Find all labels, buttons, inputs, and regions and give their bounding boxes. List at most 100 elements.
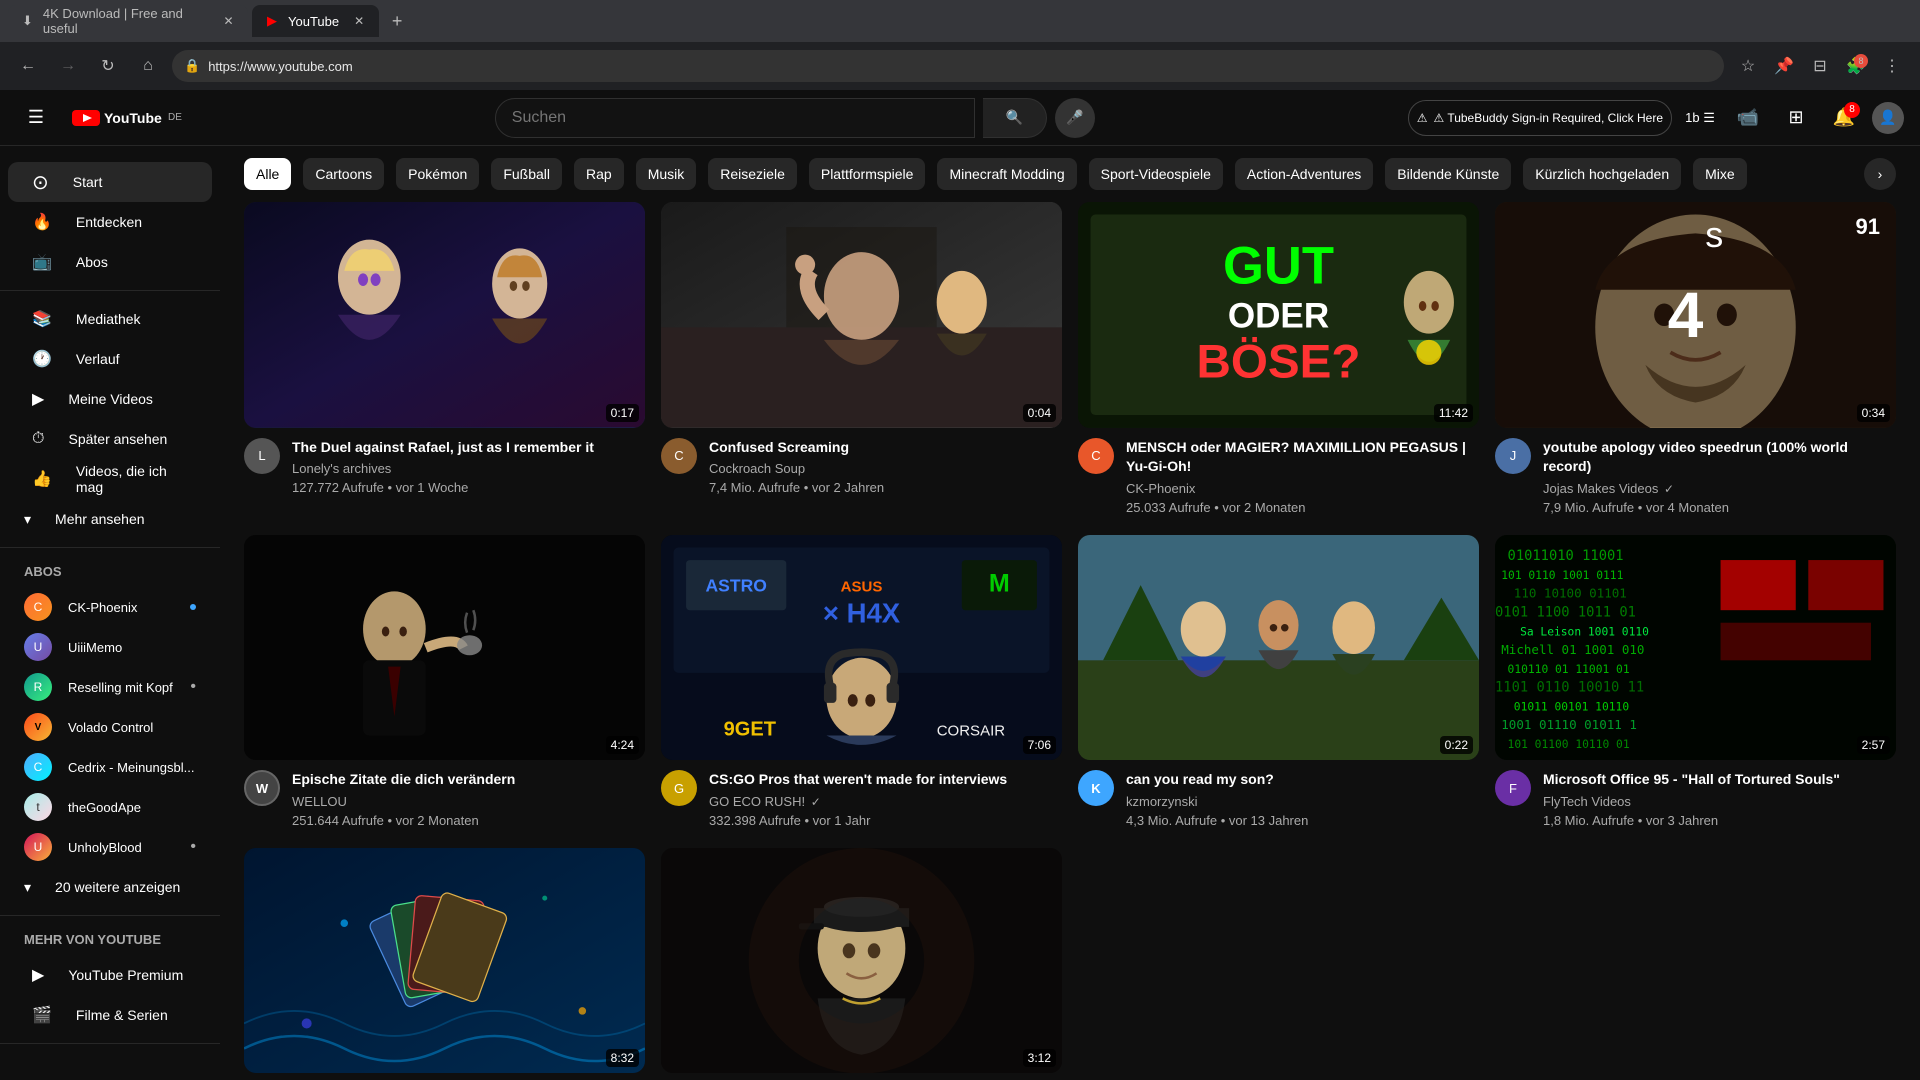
video-details-8: Microsoft Office 95 - "Hall of Tortured … — [1543, 770, 1896, 828]
tab-4k-download[interactable]: ⬇ 4K Download | Free and useful ✕ — [8, 5, 248, 37]
filter-chip-alle[interactable]: Alle — [244, 158, 291, 190]
back-button[interactable]: ← — [12, 50, 44, 82]
filter-chip-mixe[interactable]: Mixe — [1693, 158, 1747, 190]
sidebar-item-verlauf[interactable]: 🕐 Verlauf — [8, 339, 212, 379]
filter-chip-action[interactable]: Action-Adventures — [1235, 158, 1373, 190]
yt-mic-button[interactable]: 🎤 — [1055, 98, 1095, 138]
forward-button[interactable]: → — [52, 50, 84, 82]
sidebar-item-meine-videos[interactable]: ▶ Meine Videos — [8, 379, 212, 419]
tab-title-4k: 4K Download | Free and useful — [43, 6, 209, 36]
sidebar-sub-un[interactable]: U UnholyBlood • — [0, 827, 220, 867]
video-card-7[interactable]: 0:22 K can you read my son? kzmorzynski … — [1078, 535, 1479, 832]
video-card-8[interactable]: 01011010 11001 101 0110 1001 0111 110 10… — [1495, 535, 1896, 832]
sidebar-item-spaeter[interactable]: ⏱ Später ansehen — [8, 419, 212, 459]
filter-chip-kuerzlich[interactable]: Kürzlich hochgeladen — [1523, 158, 1681, 190]
sidebar-sub-re[interactable]: R Reselling mit Kopf • — [0, 667, 220, 707]
video-card-3[interactable]: GUT ODER BÖSE? 11:42 — [1078, 202, 1479, 519]
filter-chip-sport[interactable]: Sport-Videospiele — [1089, 158, 1223, 190]
sidebar-item-filme[interactable]: 🎬 Filme & Serien — [8, 995, 212, 1035]
filter-chip-plattformspiele[interactable]: Plattformspiele — [809, 158, 926, 190]
sidebar-toggle[interactable]: ⊟ — [1804, 50, 1836, 82]
video-channel-8: FlyTech Videos — [1543, 794, 1896, 809]
video-card-9[interactable]: 8:32 C Yu-Gi-Oh! Card Collection CK-Phoe… — [244, 848, 645, 1080]
tab-close-4k[interactable]: ✕ — [221, 13, 236, 29]
video-stats-3: 25.033 Aufrufe • vor 2 Monaten — [1126, 500, 1479, 515]
filter-chip-reiseziele[interactable]: Reiseziele — [708, 158, 797, 190]
yt-notifications-button[interactable]: 🔔 8 — [1824, 98, 1864, 138]
yt-logo[interactable]: YouTube DE — [72, 108, 182, 128]
video-card-10[interactable]: 3:12 U Dark Gameplay Montage UnholyBlood… — [661, 848, 1062, 1080]
svg-text:1101 0110 10010 11: 1101 0110 10010 11 — [1495, 679, 1644, 695]
video-card-4[interactable]: 4 s 91 0:34 J youtube apology video spee… — [1495, 202, 1896, 519]
sidebar-item-entdecken[interactable]: 🔥 Entdecken — [8, 202, 212, 242]
sidebar-show-more-button[interactable]: ▾ Mehr ansehen — [0, 499, 220, 539]
svg-text:ASUS: ASUS — [841, 578, 883, 595]
filter-chip-cartoons[interactable]: Cartoons — [303, 158, 384, 190]
filter-label-sport: Sport-Videospiele — [1101, 166, 1211, 182]
sidebar-label-meine-videos: Meine Videos — [68, 391, 153, 407]
svg-text:× H4X: × H4X — [823, 597, 901, 628]
new-tab-button[interactable]: + — [383, 7, 411, 35]
sidebar-item-abos[interactable]: 📺 Abos — [8, 242, 212, 282]
bookmark-icon[interactable]: ☆ — [1732, 50, 1764, 82]
address-bar[interactable]: 🔒 https://www.youtube.com — [172, 50, 1724, 82]
video-card-1[interactable]: 0:17 L The Duel against Rafael, just as … — [244, 202, 645, 519]
yt-search-button[interactable]: 🔍 — [983, 98, 1047, 138]
yt-upload-button[interactable]: 📹 — [1728, 98, 1768, 138]
sidebar-sub-ce[interactable]: C Cedrix - Meinungsbl... — [0, 747, 220, 787]
tab-close-yt[interactable]: ✕ — [351, 13, 367, 29]
sub-name-re: Reselling mit Kopf — [68, 680, 174, 695]
tubebuddy-button[interactable]: ⚠ ⚠ TubeBuddy Sign-in Required, Click He… — [1408, 100, 1672, 136]
filter-label-cartoons: Cartoons — [315, 166, 372, 182]
tab-favicon-yt: ▶ — [264, 13, 280, 29]
sidebar-sub-ui[interactable]: U UiiiMemo — [0, 627, 220, 667]
video-stats-2: 7,4 Mio. Aufrufe • vor 2 Jahren — [709, 480, 1062, 495]
video-details-5: Epische Zitate die dich verändern WELLOU… — [292, 770, 645, 828]
home-button[interactable]: ⌂ — [132, 50, 164, 82]
filter-chip-pokemon[interactable]: Pokémon — [396, 158, 479, 190]
yt-search-bar[interactable] — [495, 98, 975, 138]
video-channel-6: GO ECO RUSH! ✓ — [709, 794, 1062, 809]
video-duration-9: 8:32 — [606, 1049, 639, 1067]
sidebar-sub-ga[interactable]: t theGoodApe — [0, 787, 220, 827]
filter-scroll-right[interactable]: › — [1864, 158, 1896, 190]
video-title-8: Microsoft Office 95 - "Hall of Tortured … — [1543, 770, 1896, 790]
yt-search-input[interactable] — [512, 109, 958, 127]
sidebar-item-geliked[interactable]: 👍 Videos, die ich mag — [8, 459, 212, 499]
video-info-7: K can you read my son? kzmorzynski 4,3 M… — [1078, 760, 1479, 832]
sidebar-label-filme: Filme & Serien — [76, 1007, 168, 1023]
tab-youtube[interactable]: ▶ YouTube ✕ — [252, 5, 379, 37]
filter-chip-rap[interactable]: Rap — [574, 158, 624, 190]
sidebar-label-abos: Abos — [76, 254, 108, 270]
channel-initial-2: C — [674, 448, 683, 463]
sidebar-show-more-subs-button[interactable]: ▾ 20 weitere anzeigen — [0, 867, 220, 907]
thumb-svg-1 — [244, 202, 645, 428]
yt-account-avatar[interactable]: 👤 — [1872, 102, 1904, 134]
extensions-icon[interactable]: 🧩 8 — [1840, 50, 1872, 82]
sidebar-sub-ck[interactable]: C CK-Phoenix — [0, 587, 220, 627]
tubebuddy-extra-icon[interactable]: 1b ☰ — [1680, 98, 1720, 138]
video-card-2[interactable]: 0:04 C Confused Screaming Cockroach Soup… — [661, 202, 1062, 519]
browser-menu-icon[interactable]: ⋮ — [1876, 50, 1908, 82]
nav-bar: ← → ↻ ⌂ 🔒 https://www.youtube.com ☆ 📌 ⊟ … — [0, 42, 1920, 90]
filter-chip-bildende[interactable]: Bildende Künste — [1385, 158, 1511, 190]
pocket-icon[interactable]: 📌 — [1768, 50, 1800, 82]
yt-header-actions: ⚠ ⚠ TubeBuddy Sign-in Required, Click He… — [1408, 98, 1904, 138]
filter-chip-fussball[interactable]: Fußball — [491, 158, 562, 190]
filter-chip-musik[interactable]: Musik — [636, 158, 697, 190]
video-stats-6: 332.398 Aufrufe • vor 1 Jahr — [709, 813, 1062, 828]
video-card-6[interactable]: ASTRO M ASUS × H4X — [661, 535, 1062, 832]
svg-text:BÖSE?: BÖSE? — [1196, 335, 1360, 388]
filter-chip-minecraft[interactable]: Minecraft Modding — [937, 158, 1076, 190]
refresh-button[interactable]: ↻ — [92, 50, 124, 82]
sidebar-sub-vo[interactable]: V Volado Control — [0, 707, 220, 747]
video-card-5[interactable]: 4:24 W Epische Zitate die dich verändern… — [244, 535, 645, 832]
yt-apps-button[interactable]: ⊞ — [1776, 98, 1816, 138]
sidebar-item-start[interactable]: ⊙ Start — [8, 162, 212, 202]
sidebar-item-premium[interactable]: ▶ YouTube Premium — [8, 955, 212, 995]
yt-hamburger-menu[interactable]: ☰ — [16, 98, 56, 138]
library-icon: 📚 — [32, 309, 52, 329]
sidebar-item-mediathek[interactable]: 📚 Mediathek — [8, 299, 212, 339]
sub-avatar-ga: t — [24, 793, 52, 821]
svg-text:101 0110 1001 0111: 101 0110 1001 0111 — [1501, 569, 1623, 582]
